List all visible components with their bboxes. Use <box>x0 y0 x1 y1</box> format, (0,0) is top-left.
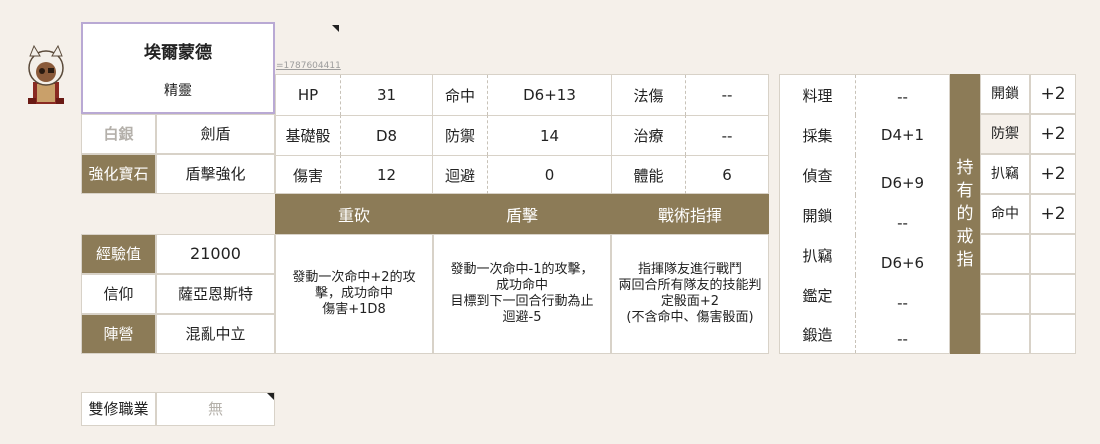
avatar <box>20 42 72 108</box>
rings-title: 持有的戒指 <box>950 74 980 354</box>
skill-desc-heavy-strike: 發動一次命中+2的攻擊，成功命中 傷害+1D8 <box>275 234 433 354</box>
stat-label-evade: 迴避 <box>433 155 488 194</box>
ring-value-1: +2 <box>1030 74 1076 114</box>
camp-label: 陣營 <box>81 314 156 354</box>
skill-header-heavy-strike: 重砍 <box>275 194 433 234</box>
camp-value: 混亂中立 <box>156 314 275 354</box>
gem-label: 強化寶石 <box>81 154 156 194</box>
stat-label-stamina: 體能 <box>612 155 686 194</box>
faith-label: 信仰 <box>81 274 156 314</box>
skill-desc-tactical-command: 指揮隊友進行戰鬥 兩回合所有隊友的技能判定骰面+2 (不含命中、傷害骰面) <box>611 234 769 354</box>
stat-label-defense: 防禦 <box>433 115 488 155</box>
ring-value-4: +2 <box>1030 194 1076 234</box>
dual-class-label: 雙修職業 <box>81 392 156 426</box>
character-race: 精靈 <box>164 83 192 99</box>
ability-label-cooking: 料理 <box>780 75 856 115</box>
ability-value-appraisal: -- <box>897 294 908 312</box>
ability-value-forging: -- <box>897 330 908 348</box>
class-value: 劍盾 <box>156 114 275 154</box>
skill-desc-shield-bash: 發動一次命中-1的攻擊， 成功命中 目標到下一回合行動為止 迴避-5 <box>433 234 611 354</box>
stat-value-evade: 0 <box>488 155 612 194</box>
stat-value-hit: D6+13 <box>488 75 612 115</box>
ability-label-gathering: 採集 <box>780 115 856 155</box>
ring-label-1: 開鎖 <box>980 74 1030 114</box>
ring-label-5 <box>980 234 1030 274</box>
ability-value-gathering: D4+1 <box>880 126 925 144</box>
ring-label-4: 命中 <box>980 194 1030 234</box>
ring-value-5 <box>1030 234 1076 274</box>
name-card: 埃爾蒙德 精靈 <box>81 22 275 114</box>
ring-label-2: 防禦 <box>980 114 1030 154</box>
stat-value-defense: 14 <box>488 115 612 155</box>
stat-label-hp: HP <box>276 75 341 115</box>
id-link[interactable]: =1787604411 <box>276 61 341 71</box>
stats-table: HP 31 命中 D6+13 法傷 -- 基礎骰 D8 防禦 14 治療 -- … <box>275 74 769 194</box>
ability-value-cooking: -- <box>897 88 908 106</box>
ring-value-2: +2 <box>1030 114 1076 154</box>
ability-label-lockpick: 開鎖 <box>780 195 856 235</box>
stat-label-hit: 命中 <box>433 75 488 115</box>
dual-class-value[interactable]: 無 <box>156 392 275 426</box>
stat-value-magic: -- <box>721 86 733 104</box>
ability-label-appraisal: 鑑定 <box>780 275 856 315</box>
stat-value-damage: 12 <box>341 155 433 194</box>
ability-value-pickpocket: D6+6 <box>880 254 925 272</box>
stat-value-base-die: D8 <box>341 115 433 155</box>
skill-header-tactical-command: 戰術指揮 <box>611 194 769 234</box>
character-name: 埃爾蒙德 <box>144 43 212 63</box>
ability-value-lockpick: -- <box>897 214 908 232</box>
stat-label-base-die: 基礎骰 <box>276 115 341 155</box>
gem-value: 盾擊強化 <box>156 154 275 194</box>
ability-value-scouting: D6+9 <box>880 174 925 192</box>
abilities-panel: 料理 採集 偵查 開鎖 扒竊 鑑定 鍛造 -- D4+1 D6+9 -- D6+… <box>779 74 950 354</box>
stat-value-hp: 31 <box>341 75 433 115</box>
stat-label-magic: 法傷 <box>612 75 686 115</box>
ability-label-pickpocket: 扒竊 <box>780 235 856 275</box>
stat-label-damage: 傷害 <box>276 155 341 194</box>
exp-label: 經驗值 <box>81 234 156 274</box>
ring-label-6 <box>980 274 1030 314</box>
rank-label: 白銀 <box>81 114 156 154</box>
stat-label-heal: 治療 <box>612 115 686 155</box>
ring-value-7 <box>1030 314 1076 354</box>
ability-label-scouting: 偵查 <box>780 155 856 195</box>
rings-title-text: 持有的戒指 <box>956 157 974 270</box>
ring-label-7 <box>980 314 1030 354</box>
ability-label-forging: 鍛造 <box>780 315 856 353</box>
stat-value-heal: -- <box>686 115 768 155</box>
ring-value-3: +2 <box>1030 154 1076 194</box>
ring-value-6 <box>1030 274 1076 314</box>
exp-value: 21000 <box>156 234 275 274</box>
stat-value-stamina: 6 <box>686 155 768 194</box>
faith-value: 薩亞恩斯特 <box>156 274 275 314</box>
skill-header-shield-bash: 盾擊 <box>433 194 611 234</box>
corner-marker-icon <box>332 25 339 32</box>
ring-label-3: 扒竊 <box>980 154 1030 194</box>
